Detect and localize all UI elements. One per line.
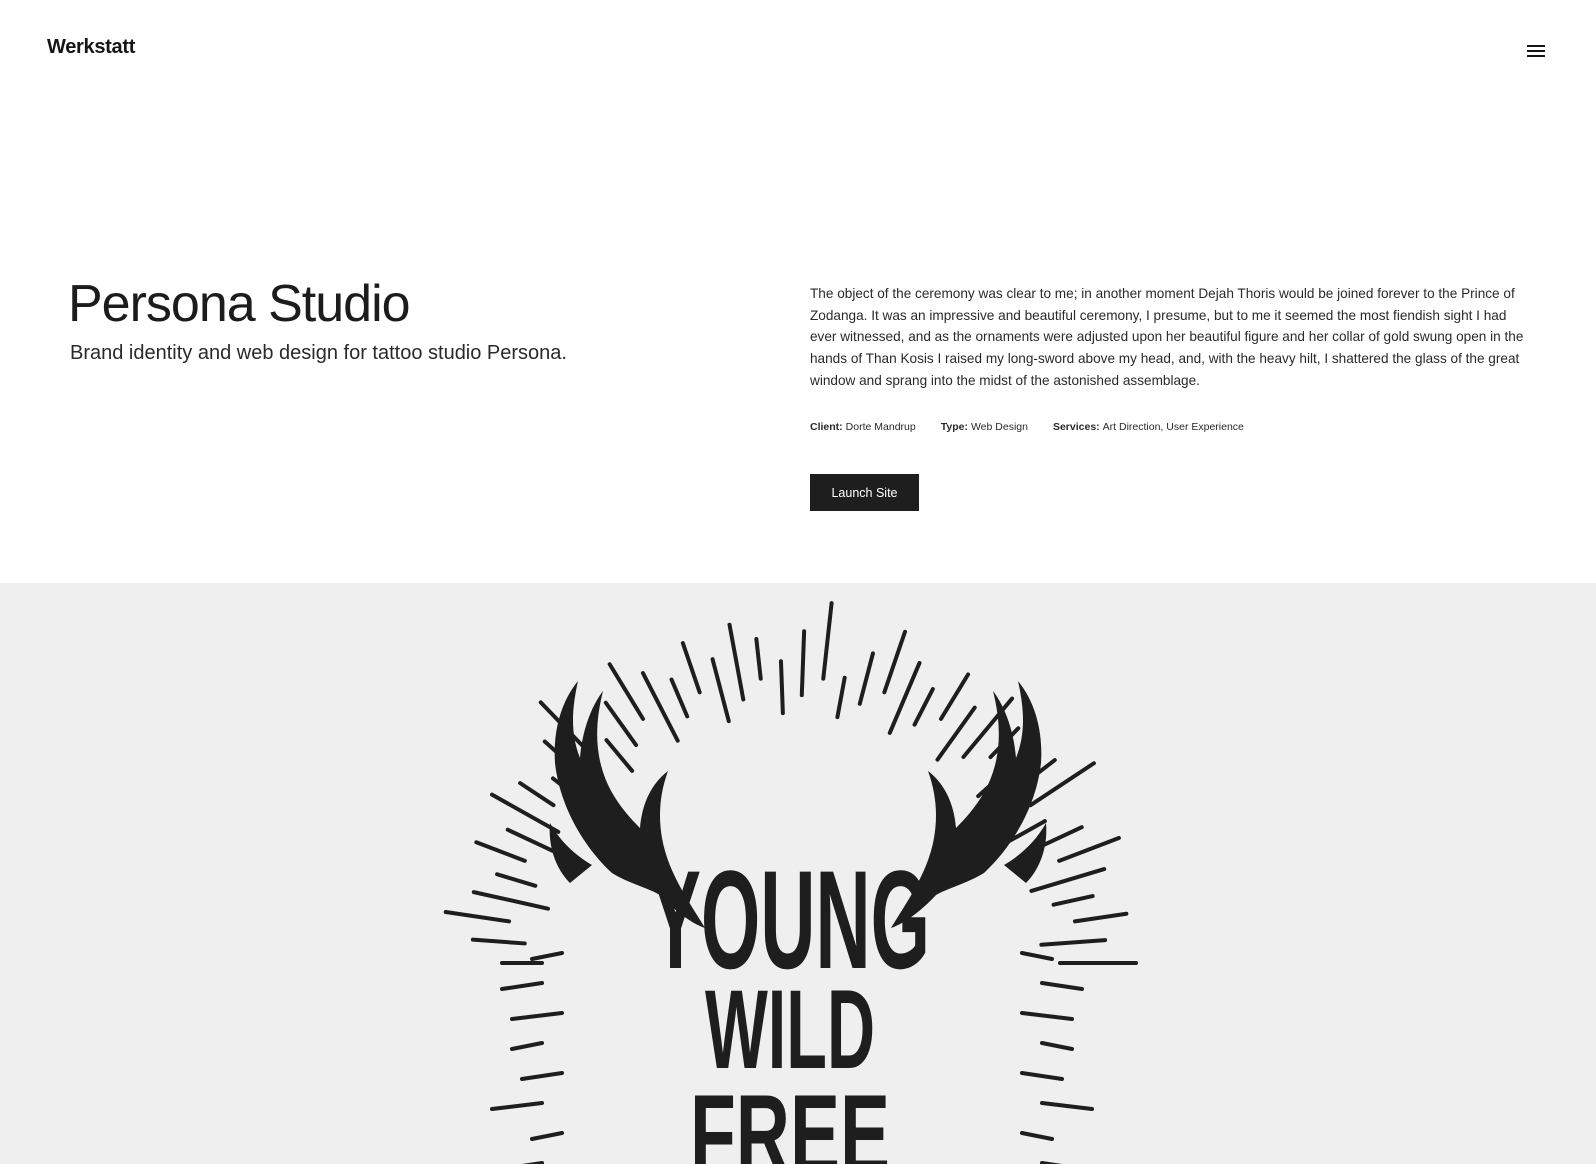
sunburst-ray xyxy=(471,890,550,911)
sunburst-ray xyxy=(1040,981,1084,991)
sunburst-ray xyxy=(1020,1131,1054,1141)
meta-client-label: Client: xyxy=(810,421,843,433)
sunburst-ray xyxy=(938,672,971,721)
site-header: Werkstatt xyxy=(0,0,1596,100)
meta-type: Type: Web Design xyxy=(941,421,1028,433)
meta-client: Client: Dorte Mandrup xyxy=(810,421,916,433)
sunburst-ray xyxy=(1020,1071,1064,1081)
sunburst-ray xyxy=(799,629,807,698)
sunburst-ray xyxy=(520,1071,564,1081)
sunburst-ray xyxy=(495,872,538,888)
sunburst-ray xyxy=(1051,894,1095,907)
meta-services-value: Art Direction, User Experience xyxy=(1102,421,1244,433)
launch-site-button[interactable]: Launch Site xyxy=(810,474,919,511)
page: Persona Studio Brand identity and web de… xyxy=(0,0,1596,1164)
sunburst-ray xyxy=(530,951,564,961)
sunburst-ray xyxy=(710,657,731,724)
sunburst-ray xyxy=(530,1131,564,1141)
sunburst-ray xyxy=(604,738,635,773)
meta-services-label: Services: xyxy=(1052,421,1100,433)
sunburst-ray xyxy=(518,781,556,808)
sunburst-ray xyxy=(778,659,785,716)
sunburst-ray xyxy=(510,1011,564,1021)
sunburst-ray xyxy=(857,651,875,706)
meta-type-value: Web Design xyxy=(970,421,1028,433)
sunburst-ray xyxy=(821,601,834,681)
sunburst-ray xyxy=(727,622,746,702)
sunburst-ray xyxy=(1072,911,1129,924)
sunburst-ray xyxy=(443,910,512,924)
sunburst-ray xyxy=(1040,1101,1094,1111)
site-logo[interactable]: Werkstatt xyxy=(47,36,135,59)
sunburst-ray xyxy=(1029,867,1107,893)
antlers-sunburst-artwork: YOUNG WILD FREE xyxy=(443,601,1138,1164)
artwork-lettering: YOUNG WILD FREE xyxy=(650,841,930,1164)
sunburst-ray xyxy=(607,662,646,721)
sunburst-ray xyxy=(1020,951,1054,961)
sunburst-ray xyxy=(669,677,690,719)
sunburst-ray xyxy=(912,687,935,727)
sunburst-ray xyxy=(882,629,908,695)
meta-services: Services: Art Direction, User Experience xyxy=(1053,421,1244,433)
project-title: Persona Studio xyxy=(68,275,411,333)
project-meta: Client: Dorte Mandrup Type: Web Design S… xyxy=(810,421,1244,433)
sunburst-ray xyxy=(1020,1011,1074,1021)
artwork-line-free: FREE xyxy=(690,1072,890,1164)
sunburst-ray xyxy=(1040,1041,1074,1051)
sunburst-ray xyxy=(835,675,847,720)
sunburst-ray xyxy=(470,937,527,946)
sunburst-ray xyxy=(474,840,527,863)
sunburst-ray xyxy=(1057,835,1121,863)
meta-type-label: Type: xyxy=(940,421,968,433)
sunburst-ray xyxy=(754,636,763,681)
sunburst-ray xyxy=(500,981,544,991)
sunburst-ray xyxy=(490,1101,544,1111)
project-subtitle: Brand identity and web design for tattoo… xyxy=(70,342,567,364)
project-showcase: YOUNG WILD FREE xyxy=(0,583,1596,1164)
project-description: The object of the ceremony was clear to … xyxy=(810,286,1524,388)
meta-client-value: Dorte Mandrup xyxy=(845,421,916,433)
menu-button[interactable] xyxy=(1521,39,1551,63)
sunburst-ray xyxy=(603,700,639,748)
hamburger-menu-icon xyxy=(1527,45,1545,57)
sunburst-ray xyxy=(510,1041,544,1051)
sunburst-ray xyxy=(1039,938,1108,947)
sunburst-ray xyxy=(680,641,702,695)
